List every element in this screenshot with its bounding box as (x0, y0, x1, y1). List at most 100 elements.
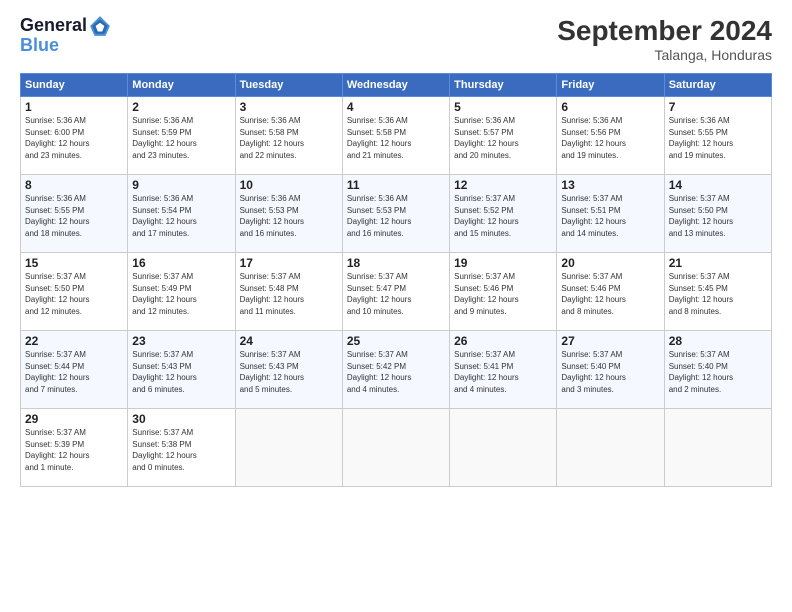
calendar-cell: 27Sunrise: 5:37 AMSunset: 5:40 PMDayligh… (557, 331, 664, 409)
calendar-cell: 11Sunrise: 5:36 AMSunset: 5:53 PMDayligh… (342, 175, 449, 253)
calendar-week-5: 29Sunrise: 5:37 AMSunset: 5:39 PMDayligh… (21, 409, 772, 487)
day-number: 11 (347, 178, 445, 192)
calendar-cell: 25Sunrise: 5:37 AMSunset: 5:42 PMDayligh… (342, 331, 449, 409)
calendar-cell: 4Sunrise: 5:36 AMSunset: 5:58 PMDaylight… (342, 97, 449, 175)
calendar-cell: 22Sunrise: 5:37 AMSunset: 5:44 PMDayligh… (21, 331, 128, 409)
day-number: 5 (454, 100, 552, 114)
day-info: Sunrise: 5:36 AMSunset: 5:59 PMDaylight:… (132, 115, 230, 161)
day-number: 18 (347, 256, 445, 270)
calendar-cell: 10Sunrise: 5:36 AMSunset: 5:53 PMDayligh… (235, 175, 342, 253)
calendar-cell: 8Sunrise: 5:36 AMSunset: 5:55 PMDaylight… (21, 175, 128, 253)
day-info: Sunrise: 5:37 AMSunset: 5:40 PMDaylight:… (561, 349, 659, 395)
calendar-cell: 26Sunrise: 5:37 AMSunset: 5:41 PMDayligh… (450, 331, 557, 409)
header-thursday: Thursday (450, 74, 557, 97)
day-number: 4 (347, 100, 445, 114)
calendar-cell: 16Sunrise: 5:37 AMSunset: 5:49 PMDayligh… (128, 253, 235, 331)
day-info: Sunrise: 5:36 AMSunset: 5:58 PMDaylight:… (347, 115, 445, 161)
calendar-cell: 23Sunrise: 5:37 AMSunset: 5:43 PMDayligh… (128, 331, 235, 409)
day-number: 28 (669, 334, 767, 348)
day-info: Sunrise: 5:36 AMSunset: 5:53 PMDaylight:… (347, 193, 445, 239)
header-saturday: Saturday (664, 74, 771, 97)
calendar-cell: 9Sunrise: 5:36 AMSunset: 5:54 PMDaylight… (128, 175, 235, 253)
day-info: Sunrise: 5:37 AMSunset: 5:48 PMDaylight:… (240, 271, 338, 317)
day-info: Sunrise: 5:36 AMSunset: 6:00 PMDaylight:… (25, 115, 123, 161)
day-info: Sunrise: 5:37 AMSunset: 5:50 PMDaylight:… (669, 193, 767, 239)
day-info: Sunrise: 5:36 AMSunset: 5:53 PMDaylight:… (240, 193, 338, 239)
logo-icon (89, 15, 111, 37)
calendar-week-1: 1Sunrise: 5:36 AMSunset: 6:00 PMDaylight… (21, 97, 772, 175)
calendar-cell: 17Sunrise: 5:37 AMSunset: 5:48 PMDayligh… (235, 253, 342, 331)
header-monday: Monday (128, 74, 235, 97)
calendar-cell: 1Sunrise: 5:36 AMSunset: 6:00 PMDaylight… (21, 97, 128, 175)
location-subtitle: Talanga, Honduras (557, 47, 772, 63)
day-number: 30 (132, 412, 230, 426)
day-number: 7 (669, 100, 767, 114)
calendar-cell: 12Sunrise: 5:37 AMSunset: 5:52 PMDayligh… (450, 175, 557, 253)
day-number: 12 (454, 178, 552, 192)
calendar-header-row: Sunday Monday Tuesday Wednesday Thursday… (21, 74, 772, 97)
logo-blue: Blue (20, 35, 59, 56)
day-number: 26 (454, 334, 552, 348)
header-tuesday: Tuesday (235, 74, 342, 97)
calendar-cell: 19Sunrise: 5:37 AMSunset: 5:46 PMDayligh… (450, 253, 557, 331)
day-info: Sunrise: 5:36 AMSunset: 5:58 PMDaylight:… (240, 115, 338, 161)
calendar-cell (557, 409, 664, 487)
calendar-cell: 7Sunrise: 5:36 AMSunset: 5:55 PMDaylight… (664, 97, 771, 175)
calendar-cell (235, 409, 342, 487)
header-friday: Friday (557, 74, 664, 97)
day-number: 19 (454, 256, 552, 270)
day-info: Sunrise: 5:37 AMSunset: 5:44 PMDaylight:… (25, 349, 123, 395)
day-number: 10 (240, 178, 338, 192)
day-info: Sunrise: 5:37 AMSunset: 5:50 PMDaylight:… (25, 271, 123, 317)
logo-text: General (20, 16, 87, 36)
day-number: 1 (25, 100, 123, 114)
calendar-cell: 21Sunrise: 5:37 AMSunset: 5:45 PMDayligh… (664, 253, 771, 331)
calendar-cell: 29Sunrise: 5:37 AMSunset: 5:39 PMDayligh… (21, 409, 128, 487)
day-number: 8 (25, 178, 123, 192)
day-number: 15 (25, 256, 123, 270)
day-number: 16 (132, 256, 230, 270)
header: General Blue September 2024 Talanga, Hon… (20, 15, 772, 63)
calendar-cell: 15Sunrise: 5:37 AMSunset: 5:50 PMDayligh… (21, 253, 128, 331)
day-info: Sunrise: 5:37 AMSunset: 5:43 PMDaylight:… (132, 349, 230, 395)
day-number: 25 (347, 334, 445, 348)
day-info: Sunrise: 5:37 AMSunset: 5:46 PMDaylight:… (454, 271, 552, 317)
day-number: 2 (132, 100, 230, 114)
calendar-cell (450, 409, 557, 487)
calendar-cell: 6Sunrise: 5:36 AMSunset: 5:56 PMDaylight… (557, 97, 664, 175)
calendar-cell: 13Sunrise: 5:37 AMSunset: 5:51 PMDayligh… (557, 175, 664, 253)
day-number: 21 (669, 256, 767, 270)
day-number: 6 (561, 100, 659, 114)
day-info: Sunrise: 5:37 AMSunset: 5:43 PMDaylight:… (240, 349, 338, 395)
day-info: Sunrise: 5:37 AMSunset: 5:51 PMDaylight:… (561, 193, 659, 239)
calendar-cell: 28Sunrise: 5:37 AMSunset: 5:40 PMDayligh… (664, 331, 771, 409)
day-info: Sunrise: 5:37 AMSunset: 5:49 PMDaylight:… (132, 271, 230, 317)
day-info: Sunrise: 5:37 AMSunset: 5:52 PMDaylight:… (454, 193, 552, 239)
calendar-cell: 18Sunrise: 5:37 AMSunset: 5:47 PMDayligh… (342, 253, 449, 331)
calendar-cell: 3Sunrise: 5:36 AMSunset: 5:58 PMDaylight… (235, 97, 342, 175)
calendar-cell: 20Sunrise: 5:37 AMSunset: 5:46 PMDayligh… (557, 253, 664, 331)
day-number: 20 (561, 256, 659, 270)
day-number: 23 (132, 334, 230, 348)
day-number: 22 (25, 334, 123, 348)
calendar-cell: 24Sunrise: 5:37 AMSunset: 5:43 PMDayligh… (235, 331, 342, 409)
day-number: 3 (240, 100, 338, 114)
day-number: 29 (25, 412, 123, 426)
day-info: Sunrise: 5:37 AMSunset: 5:45 PMDaylight:… (669, 271, 767, 317)
day-info: Sunrise: 5:37 AMSunset: 5:46 PMDaylight:… (561, 271, 659, 317)
month-title: September 2024 (557, 15, 772, 47)
day-number: 14 (669, 178, 767, 192)
calendar-cell: 30Sunrise: 5:37 AMSunset: 5:38 PMDayligh… (128, 409, 235, 487)
calendar-cell: 14Sunrise: 5:37 AMSunset: 5:50 PMDayligh… (664, 175, 771, 253)
calendar: Sunday Monday Tuesday Wednesday Thursday… (20, 73, 772, 487)
calendar-week-2: 8Sunrise: 5:36 AMSunset: 5:55 PMDaylight… (21, 175, 772, 253)
calendar-cell: 5Sunrise: 5:36 AMSunset: 5:57 PMDaylight… (450, 97, 557, 175)
day-info: Sunrise: 5:37 AMSunset: 5:38 PMDaylight:… (132, 427, 230, 473)
title-section: September 2024 Talanga, Honduras (557, 15, 772, 63)
calendar-cell: 2Sunrise: 5:36 AMSunset: 5:59 PMDaylight… (128, 97, 235, 175)
day-number: 24 (240, 334, 338, 348)
day-number: 27 (561, 334, 659, 348)
calendar-week-4: 22Sunrise: 5:37 AMSunset: 5:44 PMDayligh… (21, 331, 772, 409)
header-sunday: Sunday (21, 74, 128, 97)
calendar-cell (342, 409, 449, 487)
